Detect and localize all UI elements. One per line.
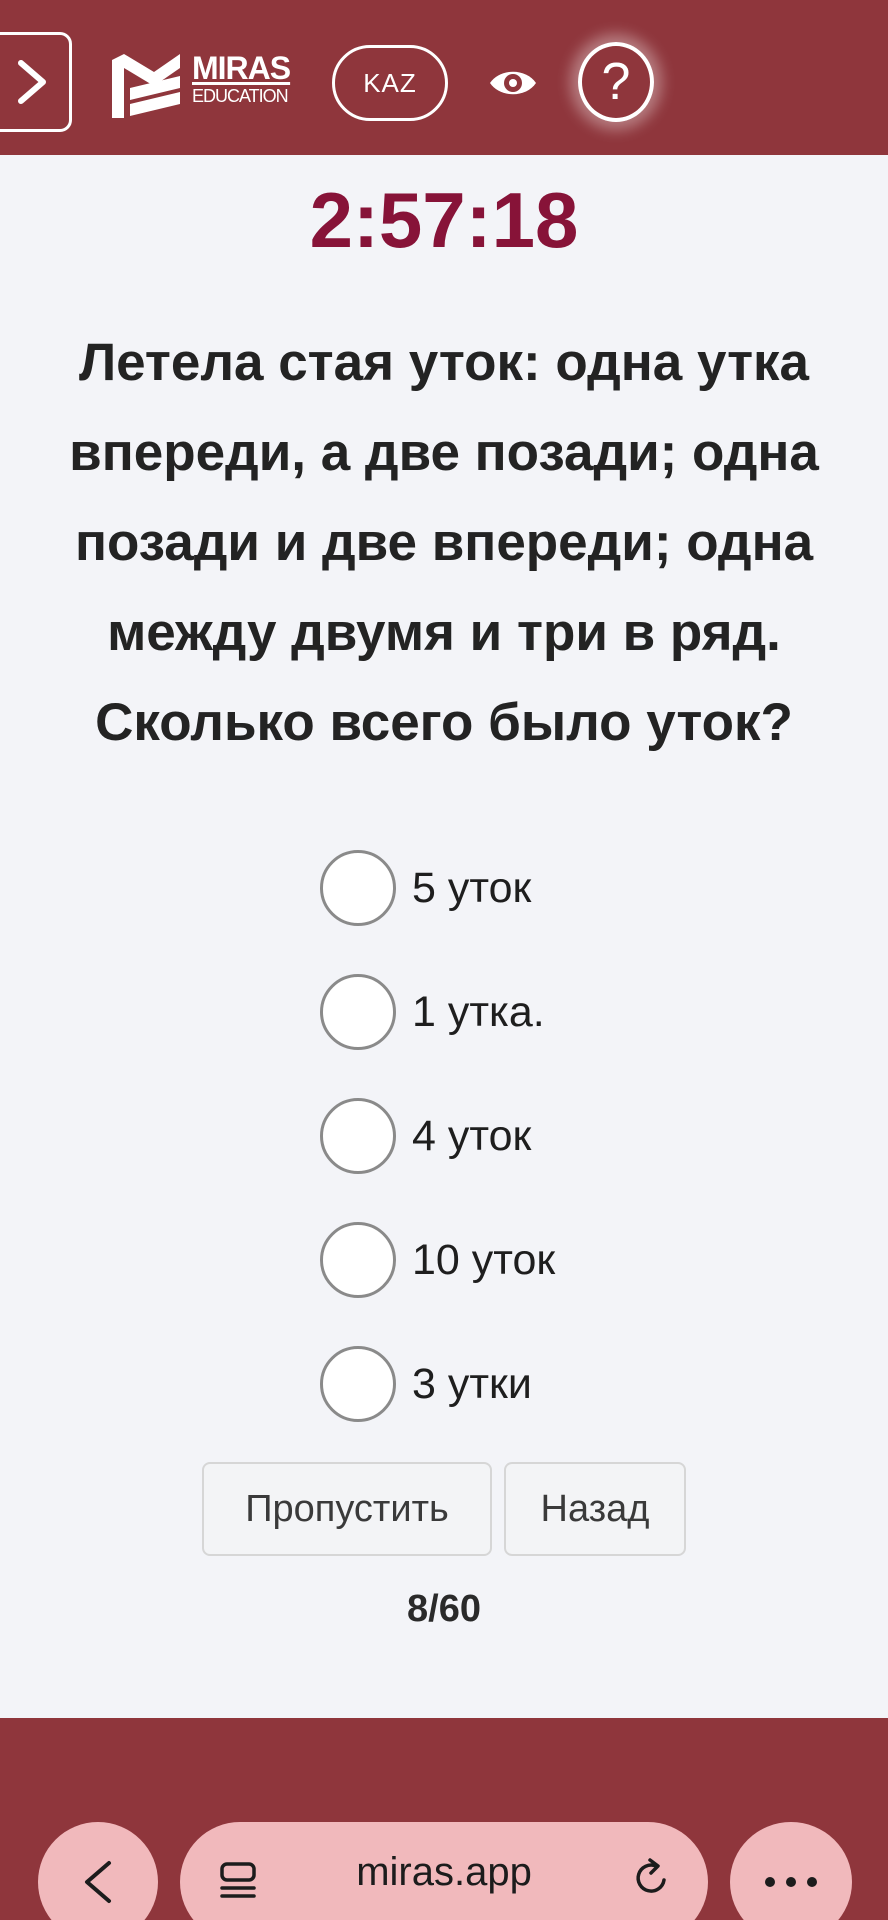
question-text: Летела стая уток: одна утка впереди, а д… <box>69 333 819 752</box>
menu-toggle-button[interactable] <box>0 32 72 132</box>
visibility-button[interactable] <box>486 58 540 108</box>
question-progress: 8/60 <box>407 1588 481 1630</box>
logo-subtitle: EDUCATION <box>192 86 289 106</box>
radio-button[interactable] <box>320 1098 396 1174</box>
answer-option[interactable]: 3 утки <box>320 1322 720 1446</box>
help-button[interactable]: ? <box>578 42 654 122</box>
language-button[interactable]: KAZ <box>332 45 448 121</box>
back-button[interactable]: Назад <box>504 1462 686 1556</box>
answer-label: 10 уток <box>412 1235 556 1284</box>
answer-label: 1 утка. <box>412 987 545 1036</box>
answer-options: 5 уток 1 утка. 4 уток 10 уток 3 утки <box>320 826 720 1446</box>
answer-label: 5 уток <box>412 863 532 912</box>
answer-option[interactable]: 10 уток <box>320 1198 720 1322</box>
logo-mark-icon <box>112 54 180 118</box>
answer-option[interactable]: 1 утка. <box>320 950 720 1074</box>
more-icon <box>765 1877 817 1887</box>
page: MIRAS EDUCATION KAZ ? 2:57:18 Летела ста… <box>0 0 888 1920</box>
chevron-right-icon <box>18 60 46 104</box>
answer-option[interactable]: 5 уток <box>320 826 720 950</box>
radio-button[interactable] <box>320 974 396 1050</box>
countdown-timer: 2:57:18 <box>309 176 579 264</box>
radio-button[interactable] <box>320 1222 396 1298</box>
url-text: miras.app <box>356 1850 532 1894</box>
eye-icon <box>490 71 536 95</box>
address-bar[interactable]: miras.app <box>180 1822 708 1920</box>
answer-label: 4 уток <box>412 1111 532 1160</box>
radio-button[interactable] <box>320 1346 396 1422</box>
radio-button[interactable] <box>320 850 396 926</box>
chevron-left-icon <box>85 1861 111 1903</box>
logo-name: MIRAS <box>192 50 291 86</box>
miras-logo[interactable]: MIRAS EDUCATION <box>110 44 300 124</box>
reload-icon[interactable] <box>630 1856 674 1900</box>
answer-label: 3 утки <box>412 1359 532 1408</box>
answer-option[interactable]: 4 уток <box>320 1074 720 1198</box>
skip-button[interactable]: Пропустить <box>202 1462 492 1556</box>
top-header: MIRAS EDUCATION KAZ ? <box>0 0 888 155</box>
